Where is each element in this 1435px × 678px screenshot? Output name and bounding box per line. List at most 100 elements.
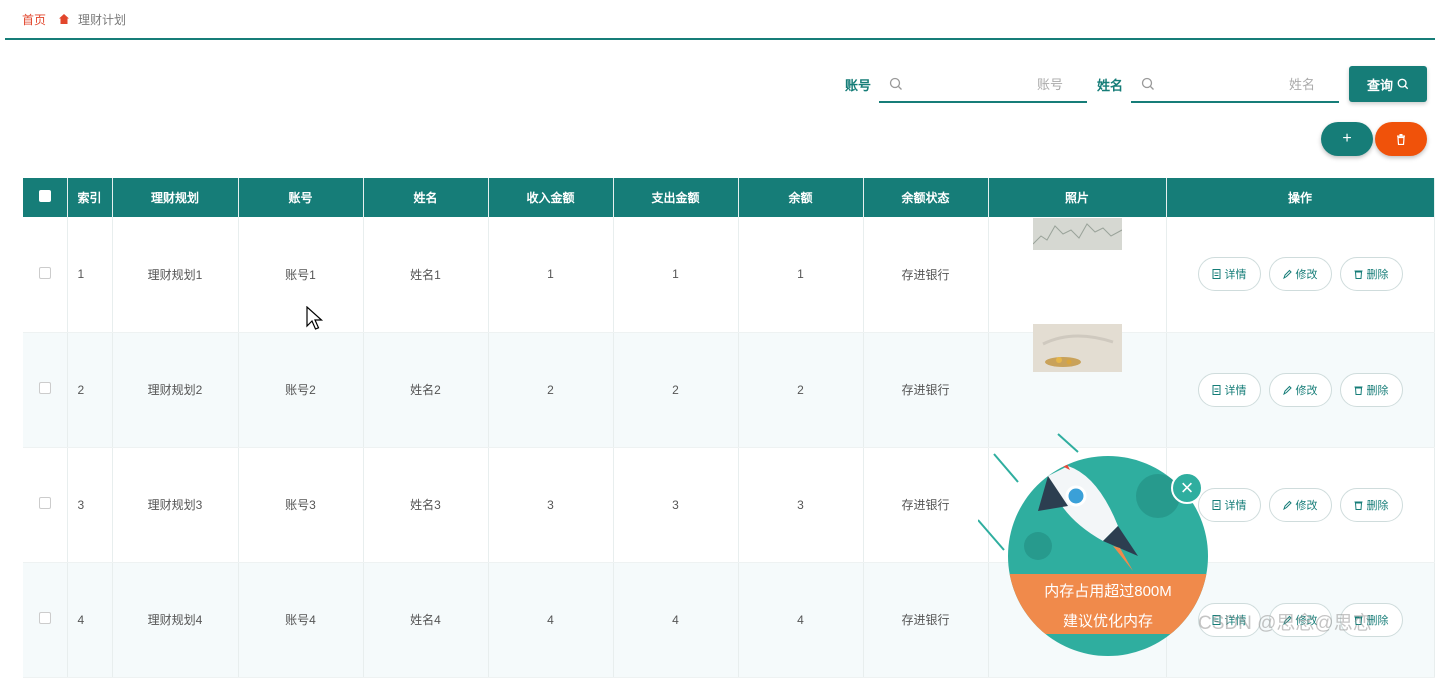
cell-photo: [988, 217, 1167, 333]
trash-icon: [1354, 501, 1362, 510]
detail-label: 详情: [1224, 269, 1247, 282]
pencil-icon: [1282, 385, 1292, 395]
search-icon: [1141, 77, 1154, 90]
edit-button[interactable]: 修改: [1268, 372, 1332, 407]
search-bar: 账号 姓名 查询: [845, 64, 1427, 104]
search-icon: [1397, 78, 1409, 90]
table-row: 2 理财规划2 账号2 姓名2 2 2 2 存进银行 详情 修改 删除: [23, 323, 1435, 448]
pencil-icon: [1282, 500, 1292, 510]
delete-button[interactable]: 删除: [1339, 257, 1403, 292]
cell-name: 姓名2: [363, 332, 489, 448]
header-plan: 理财规划: [112, 178, 239, 217]
header-name: 姓名: [363, 178, 489, 217]
name-search-field: [1131, 65, 1339, 103]
cell-status: 存进银行: [863, 447, 989, 563]
detail-label: 详情: [1224, 499, 1247, 512]
select-all-checkbox[interactable]: [38, 190, 51, 202]
cell-account: 账号2: [238, 332, 364, 448]
table-header: 索引 理财规划 账号 姓名 收入金额 支出金额 余额 余额状态 照片 操作: [23, 178, 1435, 217]
cell-expense: 4: [613, 562, 739, 678]
cell-account: 账号3: [238, 447, 364, 563]
cell-status: 存进银行: [863, 217, 989, 333]
row-select-cell[interactable]: [23, 562, 68, 678]
trash-icon: [1354, 270, 1362, 280]
account-input[interactable]: [912, 73, 1063, 95]
detail-label: 详情: [1224, 384, 1247, 397]
detail-button[interactable]: 详情: [1197, 257, 1261, 292]
edit-button[interactable]: 修改: [1268, 487, 1332, 522]
cell-expense: 2: [613, 332, 739, 448]
popup-message-line1: 内存占用超过800M: [1044, 583, 1172, 600]
name-input[interactable]: [1165, 73, 1315, 95]
popup-message-line2: 建议优化内存: [1062, 613, 1153, 630]
cell-actions: 详情 修改 删除: [1166, 217, 1435, 333]
trash-icon: [1397, 133, 1405, 145]
edit-label: 修改: [1295, 499, 1318, 512]
row-select-cell[interactable]: [23, 447, 68, 563]
cell-income: 2: [488, 332, 614, 448]
cell-income: 1: [488, 217, 614, 333]
cell-account: 账号1: [238, 217, 364, 333]
cell-income: 3: [488, 447, 614, 563]
delete-button[interactable]: 删除: [1339, 487, 1403, 522]
select-all-cell[interactable]: [23, 178, 68, 217]
cell-balance: 2: [738, 332, 864, 448]
header-balance: 余额: [738, 178, 864, 217]
query-button-label: 查询: [1366, 77, 1393, 93]
cell-balance: 4: [738, 562, 864, 678]
table-row: 1 理财规划1 账号1 姓名1 1 1 1 存进银行 详情 修改 删除: [23, 217, 1435, 333]
cell-balance: 1: [738, 217, 864, 333]
delete-label: 删除: [1366, 269, 1389, 282]
cell-plan: 理财规划2: [112, 332, 239, 448]
header-account: 账号: [238, 178, 364, 217]
photo-thumbnail[interactable]: [1032, 323, 1122, 372]
header-actions: 操作: [1166, 178, 1435, 217]
cell-index: 3: [67, 447, 113, 563]
breadcrumb-home[interactable]: 首页: [22, 11, 46, 28]
row-select-cell[interactable]: [23, 332, 68, 448]
home-icon: [58, 13, 70, 25]
detail-button[interactable]: 详情: [1197, 372, 1261, 407]
search-icon: [889, 77, 902, 90]
account-search-field: [878, 65, 1087, 103]
cell-name: 姓名3: [363, 447, 489, 563]
cell-index: 4: [67, 562, 113, 678]
cell-expense: 3: [613, 447, 739, 563]
cell-expense: 1: [613, 217, 739, 333]
header-expense: 支出金额: [613, 178, 739, 217]
breadcrumb: 首页 理财计划: [0, 0, 1435, 38]
cell-plan: 理财规划1: [112, 217, 239, 333]
cell-status: 存进银行: [863, 332, 989, 448]
cell-plan: 理财规划3: [112, 447, 239, 563]
delete-label: 删除: [1366, 499, 1389, 512]
document-icon: [1212, 269, 1220, 280]
photo-thumbnail[interactable]: [1032, 218, 1122, 251]
header-income: 收入金额: [488, 178, 614, 217]
row-checkbox[interactable]: [38, 382, 51, 394]
cell-status: 存进银行: [863, 562, 989, 678]
row-checkbox[interactable]: [38, 612, 51, 624]
header-index: 索引: [67, 178, 113, 217]
account-label: 账号: [844, 77, 871, 93]
pencil-icon: [1282, 270, 1292, 280]
header-photo: 照片: [988, 178, 1167, 217]
row-select-cell[interactable]: [23, 217, 68, 333]
query-button[interactable]: 查询: [1349, 66, 1427, 102]
watermark: CSDN @思念@思恋: [1198, 613, 1372, 634]
cell-name: 姓名4: [363, 562, 489, 678]
row-checkbox[interactable]: [38, 497, 51, 509]
delete-label: 删除: [1366, 384, 1389, 397]
header-divider: [5, 38, 1435, 40]
row-checkbox[interactable]: [38, 266, 51, 279]
add-button[interactable]: +: [1321, 122, 1373, 156]
cell-index: 1: [67, 217, 113, 333]
delete-button[interactable]: 删除: [1339, 372, 1403, 407]
memory-warning-popup: 内存占用超过800M 建议优化内存 ×: [978, 430, 1218, 656]
batch-delete-button[interactable]: [1375, 122, 1427, 156]
popup-close-button[interactable]: ×: [1171, 472, 1203, 504]
edit-button[interactable]: 修改: [1268, 257, 1332, 292]
cell-account: 账号4: [238, 562, 364, 678]
cell-balance: 3: [738, 447, 864, 563]
cell-income: 4: [488, 562, 614, 678]
edit-label: 修改: [1295, 384, 1318, 397]
